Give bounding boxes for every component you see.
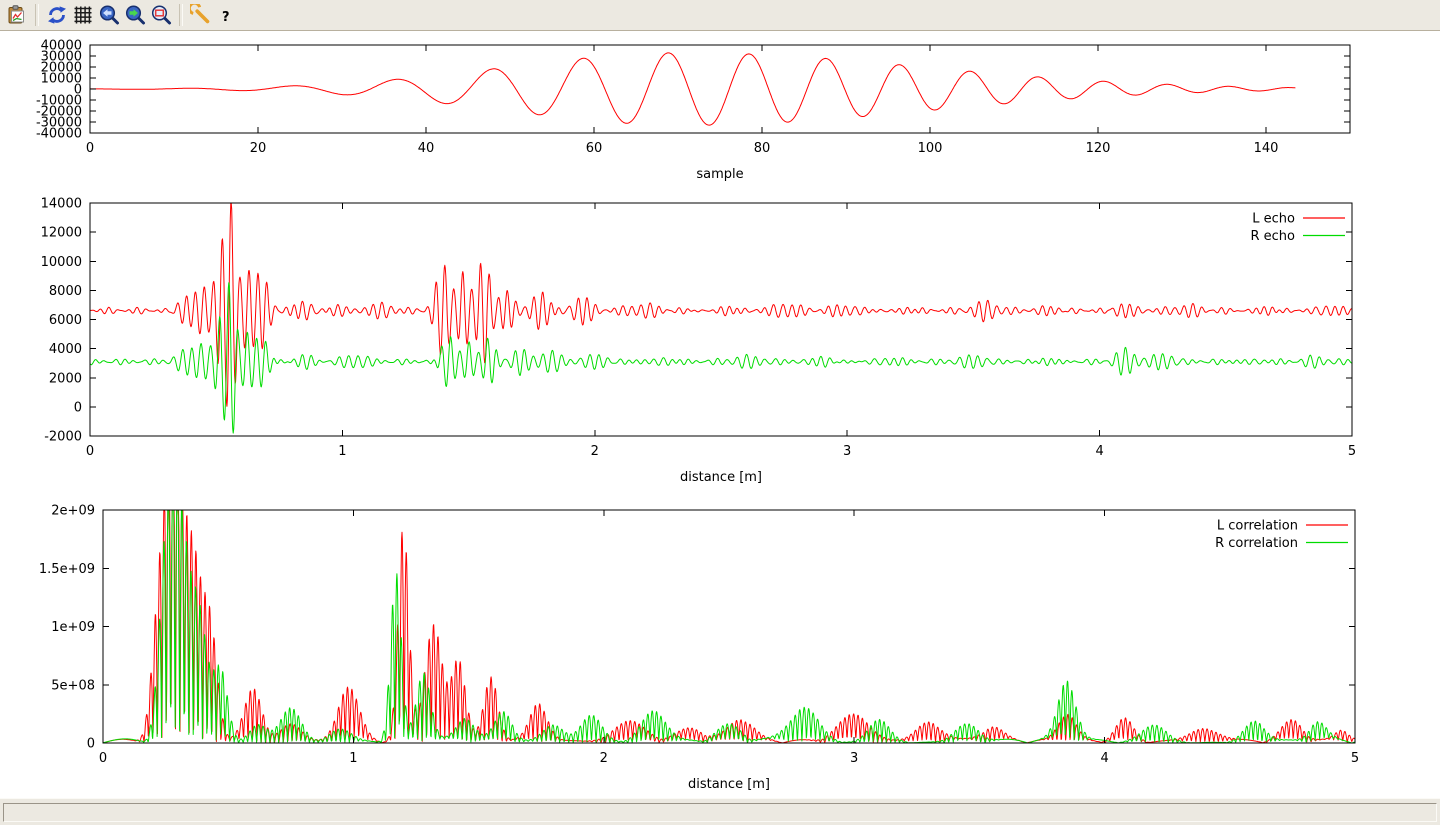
- y-tick-label: 12000: [41, 226, 82, 241]
- x-tick-label: 0: [86, 141, 94, 156]
- clipboard-chart-icon: [6, 4, 28, 26]
- x-tick-label: 40: [418, 141, 435, 156]
- x-tick-label: 3: [843, 444, 851, 459]
- grid-icon: [72, 4, 94, 26]
- series-r-correlation: [103, 510, 1355, 743]
- x-tick-label: 5: [1348, 444, 1356, 459]
- zoom-next-button[interactable]: [122, 2, 148, 28]
- help-button[interactable]: ?: [214, 2, 240, 28]
- grid-button[interactable]: [70, 2, 96, 28]
- legend-label: R correlation: [1215, 536, 1298, 551]
- x-tick-label: 2: [591, 444, 599, 459]
- x-tick-label: 120: [1086, 141, 1111, 156]
- y-tick-label: 2000: [49, 371, 82, 386]
- toolbar-separator: [179, 4, 183, 26]
- charts-svg[interactable]: 020406080100120140-40000-30000-20000-100…: [0, 32, 1440, 798]
- chart-0[interactable]: 020406080100120140-40000-30000-20000-100…: [36, 39, 1350, 183]
- magnifier-rectangle-icon: [150, 4, 172, 26]
- zoom-previous-button[interactable]: [96, 2, 122, 28]
- y-tick-label: 2e+09: [51, 504, 95, 519]
- series-l-echo: [90, 203, 1352, 406]
- y-tick-label: 5e+08: [51, 678, 95, 693]
- magnifier-right-arrow-icon: [124, 4, 146, 26]
- legend-label: R echo: [1250, 229, 1295, 244]
- series-r-echo: [90, 283, 1352, 433]
- y-tick-label: 4000: [49, 342, 82, 357]
- y-tick-label: 0: [87, 737, 95, 752]
- x-tick-label: 60: [586, 141, 603, 156]
- plot-border: [103, 510, 1355, 743]
- x-tick-label: 2: [600, 751, 608, 766]
- y-tick-label: 8000: [49, 284, 82, 299]
- x-axis-label: distance [m]: [688, 777, 770, 792]
- question-mark-icon: ?: [216, 4, 238, 26]
- toolbar: ?: [0, 0, 1440, 31]
- configure-button[interactable]: [188, 2, 214, 28]
- legend-label: L echo: [1252, 212, 1295, 227]
- replot-button[interactable]: [44, 2, 70, 28]
- x-axis-label: sample: [696, 167, 743, 182]
- legend-label: L correlation: [1217, 519, 1298, 534]
- x-tick-label: 100: [918, 141, 943, 156]
- y-tick-label: -2000: [44, 430, 82, 445]
- status-text: [3, 803, 1437, 822]
- plot-border: [90, 203, 1352, 436]
- plot-canvas[interactable]: 020406080100120140-40000-30000-20000-100…: [0, 32, 1440, 798]
- x-tick-label: 4: [1095, 444, 1103, 459]
- x-tick-label: 140: [1254, 141, 1279, 156]
- y-tick-label: 14000: [41, 197, 82, 212]
- series-pulse: [90, 53, 1295, 125]
- series-l-correlation: [103, 510, 1355, 743]
- x-tick-label: 1: [338, 444, 346, 459]
- x-tick-label: 0: [99, 751, 107, 766]
- svg-text:?: ?: [222, 10, 230, 25]
- chart-2[interactable]: 0 1 2 3 4 5 0 5e+08 1e+09 1.5e+09 2e+09 distance [m…: [39, 504, 1359, 793]
- x-tick-label: 1: [349, 751, 357, 766]
- status-bar: [0, 798, 1440, 825]
- x-tick-label: 4: [1100, 751, 1108, 766]
- x-tick-label: 20: [250, 141, 267, 156]
- y-tick-label: 10000: [41, 255, 82, 270]
- x-tick-label: 0: [86, 444, 94, 459]
- magnifier-left-arrow-icon: [98, 4, 120, 26]
- chart-1[interactable]: 0 1 2 3 4 5 -2000 0 2000 4000 6000 8000 10000 12000 14…: [41, 197, 1357, 486]
- autoscale-button[interactable]: [148, 2, 174, 28]
- y-tick-label: 40000: [41, 39, 82, 54]
- y-tick-label: 6000: [49, 313, 82, 328]
- wrench-icon: [190, 4, 212, 26]
- x-tick-label: 5: [1351, 751, 1359, 766]
- y-tick-label: 1.5e+09: [39, 562, 95, 577]
- x-axis-label: distance [m]: [680, 470, 762, 485]
- x-tick-label: 3: [850, 751, 858, 766]
- plot-border: [90, 45, 1350, 133]
- refresh-icon: [46, 4, 68, 26]
- toolbar-separator: [35, 4, 39, 26]
- y-tick-label: 0: [74, 400, 82, 415]
- y-tick-label: 1e+09: [51, 620, 95, 635]
- x-tick-label: 80: [754, 141, 771, 156]
- copy-to-clipboard-button[interactable]: [4, 2, 30, 28]
